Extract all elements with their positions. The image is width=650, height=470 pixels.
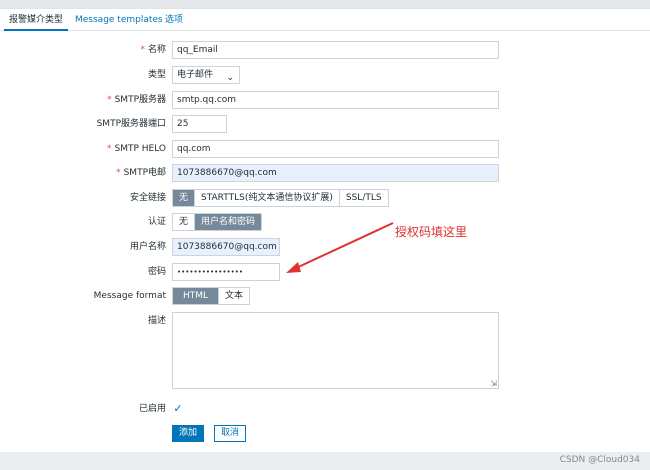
smtp-email-input[interactable]: 1073886670@qq.com	[172, 164, 499, 182]
security-toggle: 无 STARTTLS(纯文本通信协议扩展) SSL/TLS	[172, 189, 389, 207]
smtp-helo-label: * SMTP HELO	[107, 144, 166, 154]
required-marker: *	[107, 144, 112, 154]
top-strip	[0, 0, 650, 8]
smtp-port-input[interactable]: 25	[172, 115, 227, 133]
type-select[interactable]: 电子邮件 ⌄	[172, 66, 240, 84]
smtp-server-label: * SMTP服务器	[107, 95, 166, 105]
tab-bar: 报警媒介类型 Message templates 选项	[0, 9, 650, 31]
message-format-label: Message format	[93, 291, 166, 301]
password-input[interactable]: ••••••••••••••••	[172, 263, 280, 281]
format-option-text[interactable]: 文本	[219, 288, 250, 304]
name-label: * 名称	[140, 45, 166, 55]
security-label: 安全链接	[129, 193, 166, 203]
username-label: 用户名称	[129, 242, 166, 252]
annotation-text: 授权码填这里	[395, 225, 468, 239]
resize-grip-icon[interactable]: ⇲	[490, 379, 497, 388]
message-format-toggle: HTML 文本	[172, 287, 251, 305]
auth-toggle: 无 用户名和密码	[172, 213, 263, 231]
name-input[interactable]: qq_Email	[172, 41, 499, 59]
required-marker: *	[116, 168, 121, 178]
arrow-shaft	[293, 222, 394, 270]
auth-label: 认证	[147, 217, 166, 227]
required-marker: *	[140, 45, 145, 55]
username-input[interactable]: 1073886670@qq.com	[172, 238, 280, 256]
page: 报警媒介类型 Message templates 选项 * 名称 qq_Email…	[0, 0, 650, 470]
annotation-arrow	[286, 222, 394, 273]
media-type-panel: 报警媒介类型 Message templates 选项 * 名称 qq_Email…	[0, 8, 650, 452]
enabled-checkbox[interactable]: ✓	[172, 403, 184, 415]
smtp-port-label: SMTP服务器端口	[96, 119, 166, 129]
smtp-helo-input[interactable]: qq.com	[172, 140, 499, 158]
tab-message-templates[interactable]: Message templates	[70, 9, 168, 31]
security-option-none[interactable]: 无	[173, 190, 196, 206]
checkmark-icon: ✓	[173, 402, 183, 415]
password-label: 密码	[147, 267, 166, 277]
required-marker: *	[107, 95, 112, 105]
chevron-down-icon: ⌄	[226, 73, 234, 83]
format-option-html[interactable]: HTML	[173, 288, 220, 304]
footer: CSDN @Cloud034	[0, 452, 650, 470]
arrow-head	[286, 262, 301, 273]
tab-media-type[interactable]: 报警媒介类型	[4, 9, 69, 31]
watermark: CSDN @Cloud034	[559, 455, 640, 465]
tab-options[interactable]: 选项	[160, 9, 188, 31]
smtp-email-label: * SMTP电邮	[116, 168, 166, 178]
add-button[interactable]: 添加	[172, 425, 205, 442]
smtp-server-input[interactable]: smtp.qq.com	[172, 91, 499, 109]
description-label: 描述	[147, 316, 166, 326]
type-label: 类型	[147, 70, 166, 80]
security-option-ssl-tls[interactable]: SSL/TLS	[339, 190, 388, 206]
auth-option-username-password[interactable]: 用户名和密码	[195, 214, 262, 230]
auth-option-none[interactable]: 无	[173, 214, 196, 230]
security-option-starttls[interactable]: STARTTLS(纯文本通信协议扩展)	[195, 190, 340, 206]
enabled-label: 已启用	[138, 404, 166, 414]
cancel-button[interactable]: 取消	[214, 425, 247, 442]
description-textarea[interactable]: ⇲	[172, 312, 499, 389]
